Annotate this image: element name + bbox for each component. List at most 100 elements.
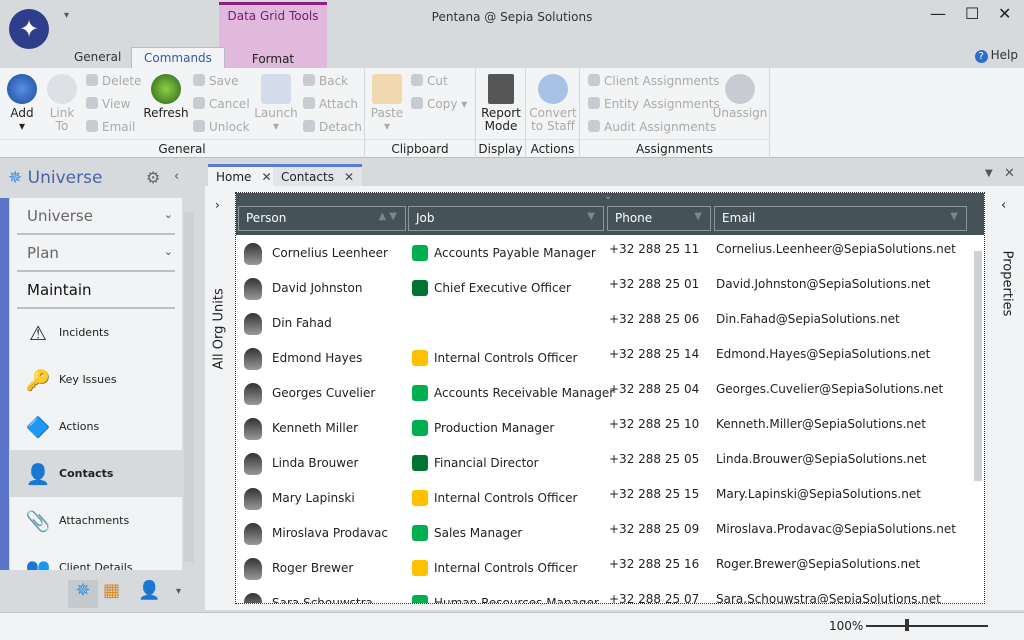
table-row[interactable]: Kenneth Miller Production Manager +32 28… <box>236 411 971 446</box>
table-row[interactable]: Roger Brewer Internal Controls Officer +… <box>236 551 971 586</box>
view-button[interactable]: View <box>86 97 130 111</box>
calendar-view-icon[interactable]: ▦ <box>103 580 120 601</box>
close-tab-icon[interactable]: ✕ <box>261 170 271 184</box>
cell-email: David.Johnston@SepiaSolutions.net <box>716 277 931 291</box>
unassign-label: Unassign <box>712 106 768 120</box>
table-row[interactable]: Sara Schouwstra Human Resources Manager … <box>236 586 971 603</box>
group-panel-chevron-icon[interactable]: ⌄ <box>604 193 612 202</box>
table-row[interactable]: Mary Lapinski Internal Controls Officer … <box>236 481 971 516</box>
cell-phone: +32 288 25 10 <box>609 417 700 431</box>
column-header-job[interactable]: Job ▼ <box>408 206 604 231</box>
close-button[interactable]: ✕ <box>998 4 1011 23</box>
tab-format[interactable]: Format <box>219 52 327 66</box>
minimize-button[interactable]: — <box>930 4 946 23</box>
person-avatar-icon <box>244 383 262 405</box>
table-row[interactable]: Edmond Hayes Internal Controls Officer +… <box>236 341 971 376</box>
unlock-button[interactable]: Unlock <box>193 120 250 134</box>
column-header-person[interactable]: Person ▲ ▼ <box>238 206 406 231</box>
add-button[interactable]: Add ▾ <box>4 68 40 133</box>
scrollbar-thumb[interactable] <box>974 251 982 481</box>
tab-general[interactable]: General <box>62 47 133 68</box>
filter-icon[interactable]: ▼ <box>587 211 595 222</box>
link-to-label: Link To <box>49 106 75 133</box>
org-units-panel[interactable]: › All Org Units <box>205 192 233 604</box>
tabs-dropdown-icon[interactable]: ▼ <box>985 168 993 179</box>
nav-section-universe[interactable]: Universe ⌄ <box>17 198 175 235</box>
client-assignments-button[interactable]: Client Assignments <box>588 74 719 88</box>
view-icon <box>86 97 98 109</box>
group-clipboard: Paste ▾ Cut Copy ▾ Clipboard <box>365 68 476 158</box>
table-row[interactable]: David Johnston Chief Executive Officer +… <box>236 271 971 306</box>
universe-view-icon[interactable]: ✵ <box>68 580 98 608</box>
refresh-button[interactable]: Refresh <box>143 68 189 120</box>
nav-section-plan[interactable]: Plan ⌄ <box>17 235 175 272</box>
close-document-icon[interactable]: ✕ <box>1004 166 1015 181</box>
cancel-button[interactable]: Cancel <box>193 97 250 111</box>
zoom-slider-thumb[interactable] <box>905 619 909 631</box>
link-to-button[interactable]: Link To <box>44 68 80 133</box>
save-button[interactable]: Save <box>193 74 238 88</box>
paste-button[interactable]: Paste ▾ <box>369 68 405 133</box>
more-dropdown-icon[interactable]: ▾ <box>176 586 181 597</box>
entity-assignments-label: Entity Assignments <box>604 97 720 111</box>
nav-item-attachments[interactable]: 📎 Attachments <box>10 497 182 544</box>
column-header-email[interactable]: Email ▼ <box>714 206 967 231</box>
filter-icon[interactable]: ▼ <box>694 211 702 222</box>
zoom-slider[interactable] <box>866 625 988 627</box>
table-row[interactable]: Georges Cuvelier Accounts Receivable Man… <box>236 376 971 411</box>
report-mode-button[interactable]: Report Mode <box>478 68 524 133</box>
expand-properties-icon[interactable]: ‹ <box>1001 198 1006 213</box>
help-button[interactable]: ? Help <box>974 48 1018 63</box>
table-row[interactable]: Miroslava Prodavac Sales Manager +32 288… <box>236 516 971 551</box>
delete-button[interactable]: Delete <box>86 74 141 88</box>
nav-item-actions[interactable]: 🔷 Actions <box>10 403 182 450</box>
back-label: Back <box>319 74 349 88</box>
nav-scrollbar[interactable] <box>184 212 194 562</box>
tab-home[interactable]: Home ✕ <box>208 164 280 186</box>
table-row[interactable]: Cornelius Leenheer Accounts Payable Mana… <box>236 236 971 271</box>
nav-item-incidents[interactable]: ⚠ Incidents <box>10 309 182 356</box>
unassign-button[interactable]: Unassign <box>712 68 768 120</box>
attach-button[interactable]: Attach <box>303 97 358 111</box>
collapse-nav-icon[interactable]: ‹ <box>174 169 179 184</box>
expand-org-units-icon[interactable]: › <box>215 198 220 212</box>
gear-icon[interactable]: ⚙ <box>146 168 160 187</box>
cell-email: Kenneth.Miller@SepiaSolutions.net <box>716 417 926 431</box>
cell-person: Roger Brewer <box>272 561 354 575</box>
nav-item-key-issues[interactable]: 🔑 Key Issues <box>10 356 182 403</box>
copy-button[interactable]: Copy ▾ <box>411 97 467 111</box>
email-icon <box>86 120 98 132</box>
cell-job: Financial Director <box>434 456 539 470</box>
grid-header: ⌄ Person ▲ ▼ Job ▼ Phone ▼ Email ▼ <box>236 193 984 235</box>
cut-button[interactable]: Cut <box>411 74 448 88</box>
contacts-view-icon[interactable]: 👤 <box>138 580 160 601</box>
detach-button[interactable]: Detach <box>303 120 362 134</box>
client-assignments-label: Client Assignments <box>604 74 720 88</box>
tab-commands[interactable]: Commands <box>131 47 225 68</box>
nav-item-contacts[interactable]: 👤 Contacts <box>10 450 182 497</box>
grid-scrollbar[interactable] <box>973 237 983 603</box>
paste-icon <box>372 74 402 104</box>
audit-assignments-button[interactable]: Audit Assignments <box>588 120 716 134</box>
refresh-icon <box>151 74 181 104</box>
table-row[interactable]: Din Fahad +32 288 25 06 Din.Fahad@SepiaS… <box>236 306 971 341</box>
close-tab-icon[interactable]: ✕ <box>344 170 354 184</box>
launch-button[interactable]: Launch ▾ <box>254 68 298 133</box>
column-header-phone[interactable]: Phone ▼ <box>607 206 711 231</box>
person-avatar-icon <box>244 243 262 265</box>
table-row[interactable]: Linda Brouwer Financial Director +32 288… <box>236 446 971 481</box>
filter-icon[interactable]: ▼ <box>950 211 958 222</box>
back-button[interactable]: Back <box>303 74 348 88</box>
cell-person: Georges Cuvelier <box>272 386 376 400</box>
entity-assignments-button[interactable]: Entity Assignments <box>588 97 720 111</box>
properties-panel[interactable]: ‹ Properties <box>990 186 1024 610</box>
maximize-button[interactable]: ☐ <box>965 4 979 23</box>
nav-bottom-bar: ✵ ▦ 👤 ▾ <box>0 572 202 610</box>
tab-contacts[interactable]: Contacts ✕ <box>273 164 363 186</box>
job-color-swatch <box>412 350 428 366</box>
sort-filter-icon[interactable]: ▲ ▼ <box>378 211 397 222</box>
convert-to-staff-button[interactable]: Convert to Staff <box>528 68 578 133</box>
nav-item-client-details[interactable]: 👥 Client Details <box>10 544 182 571</box>
nav-section-maintain[interactable]: Maintain <box>17 272 175 309</box>
email-button[interactable]: Email <box>86 120 135 134</box>
